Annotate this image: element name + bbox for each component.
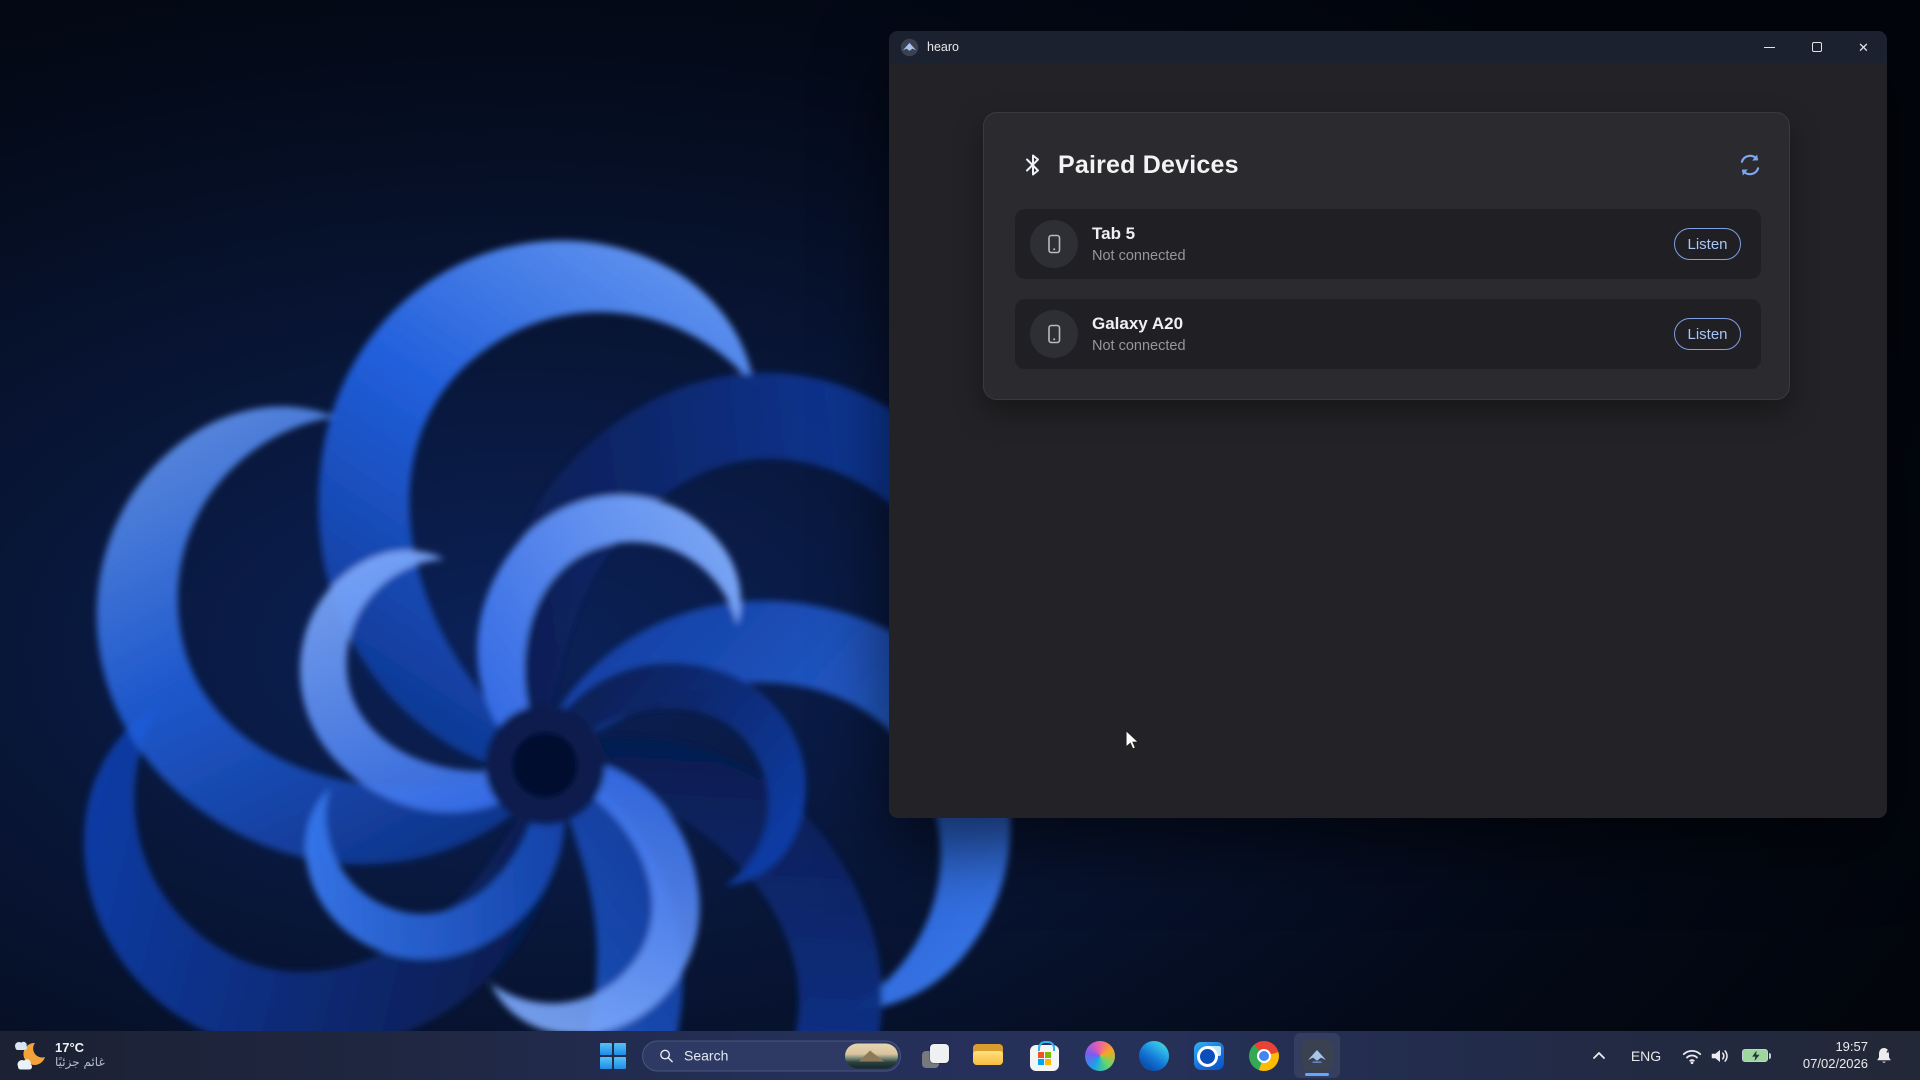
weather-icon (12, 1039, 48, 1073)
maximize-icon (1812, 42, 1822, 52)
taskbar-hearo-active[interactable] (1294, 1033, 1340, 1078)
listen-button-tab-5[interactable]: Listen (1674, 228, 1741, 260)
hearo-window: hearo ✕ Paired Devices (889, 31, 1887, 818)
device-row-galaxy-a20: Galaxy A20 Not connected Listen (1015, 299, 1761, 369)
minimize-button[interactable] (1746, 31, 1793, 63)
search-box[interactable]: Search (642, 1040, 901, 1071)
device-status: Not connected (1092, 338, 1186, 354)
device-name: Galaxy A20 (1092, 314, 1186, 334)
weather-widget[interactable]: 17°C غائم جزئيًا (12, 1039, 105, 1073)
microsoft-store-icon (1030, 1045, 1059, 1071)
taskbar-chrome[interactable] (1244, 1036, 1284, 1076)
paired-devices-header: Paired Devices (1022, 143, 1763, 187)
copilot-icon (1085, 1041, 1115, 1071)
paired-devices-card: Paired Devices (983, 112, 1790, 400)
chrome-icon (1249, 1041, 1279, 1071)
clock-date: 07/02/2026 (1803, 1056, 1868, 1072)
card-title: Paired Devices (1058, 151, 1239, 180)
battery-charging-icon (1742, 1049, 1768, 1062)
tablet-icon (1042, 322, 1066, 346)
tray-notifications[interactable]: z (1870, 1041, 1898, 1071)
device-status: Not connected (1092, 248, 1186, 264)
taskbar-copilot[interactable] (1080, 1036, 1120, 1076)
listen-button-galaxy-a20[interactable]: Listen (1674, 318, 1741, 350)
tray-language[interactable]: ENG (1624, 1041, 1668, 1071)
tray-network[interactable] (1679, 1041, 1705, 1071)
mouse-cursor (1121, 728, 1145, 752)
hearo-app-icon (900, 38, 919, 57)
task-view-icon (921, 1041, 951, 1071)
svg-text:z: z (1886, 1045, 1890, 1054)
bluetooth-icon (1022, 152, 1044, 178)
device-name: Tab 5 (1092, 224, 1186, 244)
minimize-icon (1764, 47, 1775, 48)
device-avatar (1030, 310, 1078, 358)
window-title: hearo (927, 40, 959, 54)
device-info: Galaxy A20 Not connected (1092, 314, 1186, 354)
windows-logo-icon (600, 1043, 626, 1069)
chevron-up-icon (1591, 1048, 1607, 1064)
device-row-tab-5: Tab 5 Not connected Listen (1015, 209, 1761, 279)
taskbar-microsoft-store[interactable] (1024, 1036, 1064, 1076)
search-highlight-image[interactable] (845, 1043, 898, 1068)
taskbar-edge[interactable] (1134, 1036, 1174, 1076)
window-titlebar[interactable]: hearo ✕ (889, 31, 1887, 63)
tablet-icon (1042, 232, 1066, 256)
maximize-button[interactable] (1793, 31, 1840, 63)
window-controls: ✕ (1746, 31, 1887, 63)
active-app-indicator (1305, 1073, 1329, 1076)
start-button[interactable] (596, 1039, 630, 1073)
tray-volume[interactable] (1706, 1041, 1734, 1071)
clock-time: 19:57 (1835, 1039, 1868, 1055)
refresh-icon (1737, 152, 1763, 178)
outlook-icon (1194, 1042, 1224, 1070)
refresh-button[interactable] (1737, 152, 1763, 178)
taskbar: 17°C غائم جزئيًا Search (0, 1031, 1920, 1080)
device-avatar (1030, 220, 1078, 268)
taskbar-task-view[interactable] (916, 1036, 956, 1076)
edge-icon (1139, 1041, 1169, 1071)
weather-text: 17°C غائم جزئيًا (55, 1041, 105, 1070)
search-label: Search (684, 1048, 836, 1064)
bell-sleep-icon: z (1873, 1045, 1895, 1067)
weather-condition: غائم جزئيًا (55, 1056, 105, 1070)
desktop: hearo ✕ Paired Devices (0, 0, 1920, 1080)
close-button[interactable]: ✕ (1840, 31, 1887, 63)
speaker-icon (1709, 1046, 1731, 1066)
weather-temperature: 17°C (55, 1041, 105, 1056)
search-icon (658, 1047, 675, 1064)
tray-show-hidden-icons[interactable] (1586, 1041, 1612, 1071)
wifi-icon (1681, 1046, 1703, 1066)
tray-battery[interactable] (1737, 1041, 1773, 1071)
file-explorer-icon (973, 1042, 1003, 1069)
taskbar-file-explorer[interactable] (968, 1036, 1008, 1076)
hearo-taskbar-icon (1302, 1040, 1333, 1071)
tray-clock[interactable]: 19:57 07/02/2026 (1782, 1038, 1868, 1074)
close-icon: ✕ (1858, 41, 1869, 54)
device-info: Tab 5 Not connected (1092, 224, 1186, 264)
taskbar-outlook[interactable] (1189, 1036, 1229, 1076)
